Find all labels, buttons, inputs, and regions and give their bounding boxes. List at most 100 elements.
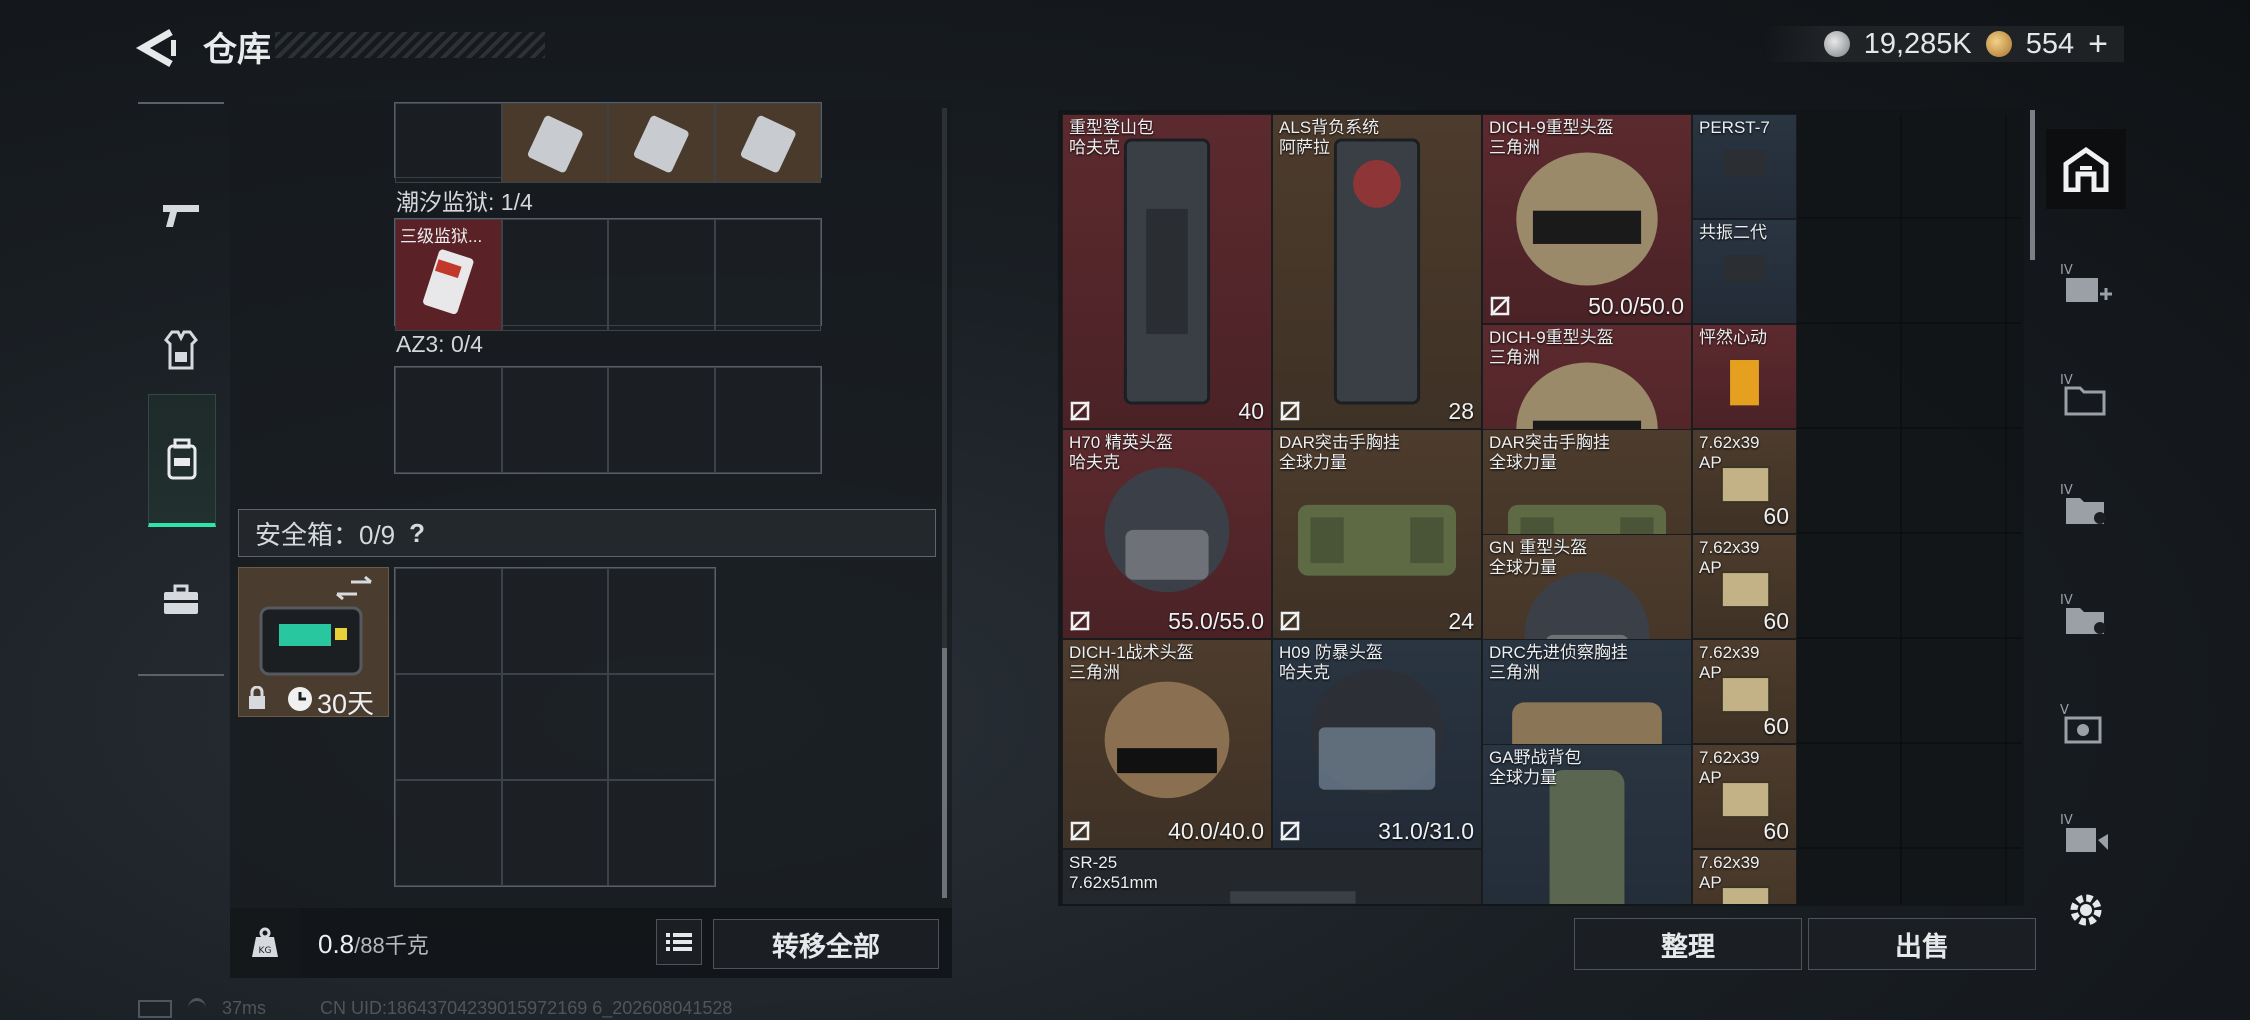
- tab-weapons[interactable]: [148, 150, 214, 278]
- tab-stash-4-meds[interactable]: IV: [2046, 575, 2126, 655]
- stash-item-title: GN 重型头盔: [1489, 538, 1588, 557]
- weight-lock-button[interactable]: KG: [230, 908, 300, 978]
- list-view-button[interactable]: [656, 919, 702, 965]
- tab-stash-5-keys[interactable]: V: [2046, 685, 2126, 765]
- sell-button[interactable]: 出售: [1808, 918, 2036, 970]
- stash-item-title: DRC先进侦察胸挂: [1489, 643, 1628, 662]
- stash-item[interactable]: SR-25 7.62x51mm: [1062, 849, 1482, 904]
- stash-item[interactable]: H09 防暴头盔 哈夫克 31.0/31.0: [1272, 639, 1482, 849]
- vest-icon: [164, 330, 198, 370]
- stash-item-subtitle: AP: [1699, 663, 1722, 682]
- container-slot[interactable]: [501, 103, 608, 184]
- stash-item-subtitle: 哈夫克: [1279, 663, 1330, 682]
- stash-item[interactable]: 重型登山包 哈夫克 40: [1062, 114, 1272, 429]
- keycard-slot[interactable]: [714, 367, 821, 473]
- stash-item[interactable]: 7.62x39 AP 60: [1692, 429, 1797, 534]
- stash-item-value: 60: [1763, 503, 1789, 529]
- keycard-slot[interactable]: [501, 219, 608, 331]
- stash-item[interactable]: 7.62x39 AP 60: [1692, 744, 1797, 849]
- keycard-slot[interactable]: [608, 219, 715, 331]
- safebox-slot[interactable]: [608, 674, 715, 780]
- stash-item[interactable]: ALS背负系统 阿萨拉 28: [1272, 114, 1482, 429]
- tide-prison-grid: 三级监狱...: [394, 218, 822, 331]
- stash-item-name: 7.62x39 AP: [1699, 538, 1760, 578]
- keycard-name: 三级监狱...: [400, 227, 483, 246]
- tab-stash-4-misc[interactable]: IV: [2046, 795, 2126, 875]
- stash-item[interactable]: 怦然心动: [1692, 324, 1797, 429]
- tab-stash-4-folder[interactable]: IV: [2046, 355, 2126, 435]
- safebox-slot[interactable]: [395, 568, 502, 674]
- safebox-slot[interactable]: [608, 780, 715, 886]
- tab-backpack[interactable]: [148, 394, 216, 527]
- stash-item-value: 28: [1448, 398, 1474, 424]
- stash-item[interactable]: 7.62x39 AP 60: [1692, 534, 1797, 639]
- no-insure-icon: [1280, 401, 1300, 421]
- stash-item-title: 重型登山包: [1069, 118, 1154, 137]
- wifi-icon: [188, 998, 206, 1019]
- keycard-slot[interactable]: 三级监狱...: [395, 219, 502, 331]
- stash-item[interactable]: 7.62x39 AP: [1692, 849, 1797, 904]
- safebox-slot[interactable]: [501, 674, 609, 780]
- transfer-all-button[interactable]: 转移全部: [713, 919, 939, 969]
- category-tabs: [138, 102, 224, 676]
- stash-ammo-icon: IV: [2060, 483, 2106, 524]
- stash-item[interactable]: H70 精英头盔 哈夫克 55.0/55.0: [1062, 429, 1272, 639]
- briefcase-icon: [164, 584, 198, 614]
- stash-item[interactable]: DICH-1战术头盔 三角洲 40.0/40.0: [1062, 639, 1272, 849]
- svg-text:IV: IV: [2060, 813, 2073, 828]
- weight-value: 0.8: [318, 929, 355, 959]
- tab-stash-4-add[interactable]: IV: [2046, 245, 2126, 325]
- stash-item-title: H09 防暴头盔: [1279, 643, 1383, 662]
- stash-scrollbar[interactable]: [2030, 110, 2035, 260]
- stash-item-name: DAR突击手胸挂 全球力量: [1279, 433, 1400, 473]
- stash-item-name: 怦然心动: [1699, 328, 1767, 348]
- stash-item-name: DICH-9重型头盔 三角洲: [1489, 118, 1614, 158]
- container-slot[interactable]: [395, 103, 502, 184]
- stash-item[interactable]: DICH-9重型头盔 三角洲 50.0/50.0: [1482, 114, 1692, 324]
- backpack2-icon: [1333, 138, 1421, 405]
- weight-kg-icon: KG: [252, 927, 278, 957]
- safebox-slot[interactable]: [501, 568, 609, 674]
- safebox-slot[interactable]: [501, 780, 609, 886]
- keycard-slot[interactable]: [395, 367, 502, 473]
- container-scrollbar[interactable]: [942, 108, 947, 898]
- stash-item-name: GN 重型头盔 全球力量: [1489, 538, 1587, 578]
- stash-item-title: SR-25: [1069, 853, 1118, 872]
- safebox-item[interactable]: 30天: [238, 567, 389, 719]
- keycard-slot[interactable]: [608, 367, 715, 473]
- keycard-slot[interactable]: [714, 219, 821, 331]
- stash-item[interactable]: 7.62x39 AP 60: [1692, 639, 1797, 744]
- container-slot[interactable]: [714, 103, 821, 184]
- stash-item-title: DICH-9重型头盔: [1489, 328, 1614, 347]
- help-icon[interactable]: ?: [409, 518, 425, 549]
- back-button[interactable]: [135, 28, 183, 68]
- stash-item-subtitle: 哈夫克: [1069, 138, 1120, 157]
- sort-button[interactable]: 整理: [1574, 918, 1802, 970]
- scrollbar-thumb[interactable]: [942, 648, 947, 898]
- currency-bar[interactable]: 19,285K 554 +: [1763, 25, 2124, 64]
- add-currency-button[interactable]: +: [2088, 25, 2108, 64]
- keycard-slot[interactable]: [501, 367, 608, 473]
- stash-item[interactable]: DAR突击手胸挂全球力量 24: [1272, 429, 1482, 639]
- settings-button[interactable]: [2046, 880, 2126, 940]
- stash-item[interactable]: GA野战背包 全球力量: [1482, 744, 1692, 904]
- stash-panel: 重型登山包 哈夫克 40 ALS背负系统 阿萨拉 28 DICH-9重型头盔 三角洲 50.0/…: [1058, 110, 2024, 906]
- stash-item[interactable]: PERST-7: [1692, 114, 1797, 219]
- svg-text:IV: IV: [2060, 483, 2073, 498]
- safebox-slot[interactable]: [608, 568, 715, 674]
- tab-stash-4-ammo[interactable]: IV: [2046, 465, 2126, 545]
- container-slot[interactable]: [608, 103, 715, 184]
- safebox-slot[interactable]: [395, 674, 502, 780]
- stash-item-value: 60: [1763, 713, 1789, 739]
- pistol-icon: [163, 205, 199, 227]
- tab-all-stash[interactable]: [2046, 129, 2126, 209]
- safebox-slot[interactable]: [395, 780, 502, 886]
- title-decoration: [275, 32, 545, 58]
- no-insure-icon: [1280, 611, 1300, 631]
- stash-item-title: DICH-1战术头盔: [1069, 643, 1194, 662]
- stash-expand-icon: IV: [2060, 263, 2112, 302]
- stash-item[interactable]: 共振二代: [1692, 219, 1797, 324]
- stash-item-title: 7.62x39: [1699, 538, 1760, 557]
- tab-case[interactable]: [148, 536, 214, 664]
- stash-item-subtitle: 哈夫克: [1069, 453, 1120, 472]
